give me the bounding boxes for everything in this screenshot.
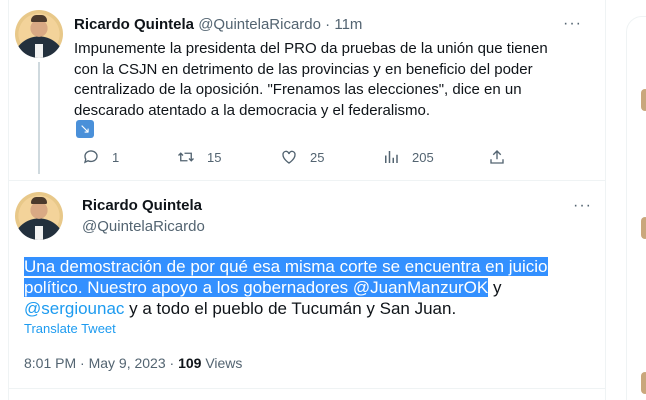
tweet-meta: 8:01 PM · May 9, 2023 · 109 Views bbox=[24, 355, 242, 371]
author-handle[interactable]: @QuintelaRicardo bbox=[82, 218, 205, 235]
retweet-button[interactable]: 15 bbox=[177, 148, 221, 166]
selected-text: Una demostración de por qué esa misma co… bbox=[24, 257, 548, 297]
share-icon bbox=[490, 150, 504, 164]
like-count: 25 bbox=[310, 149, 325, 165]
more-options-icon[interactable]: ··· bbox=[563, 16, 582, 32]
retweet-count: 15 bbox=[207, 149, 222, 165]
divider bbox=[8, 180, 606, 181]
separator: · bbox=[325, 16, 331, 33]
sidebar-thumbnail bbox=[641, 217, 646, 239]
views-chart-icon bbox=[385, 151, 398, 163]
translate-tweet-link[interactable]: Translate Tweet bbox=[24, 321, 116, 336]
sidebar-card bbox=[626, 16, 646, 400]
tweet-timestamp[interactable]: 8:01 PM · May 9, 2023 · bbox=[24, 355, 174, 371]
mention-link[interactable]: @JuanManzurOK bbox=[353, 278, 488, 297]
like-button[interactable]: 25 bbox=[280, 148, 324, 166]
heart-icon bbox=[282, 150, 296, 164]
tweet-time[interactable]: 11m bbox=[334, 16, 362, 33]
avatar[interactable] bbox=[15, 192, 63, 240]
more-options-icon[interactable]: ··· bbox=[573, 198, 592, 214]
author-name[interactable]: Ricardo Quintela bbox=[82, 197, 202, 214]
tweet-actions: 1 15 25 205 bbox=[74, 148, 514, 170]
sidebar-thumbnail bbox=[641, 372, 646, 394]
views-button[interactable]: 205 bbox=[382, 148, 434, 166]
reply-count: 1 bbox=[112, 149, 120, 165]
tweet-text: Una demostración de por qué esa misma co… bbox=[24, 256, 584, 319]
tweet-text-part: y bbox=[488, 278, 502, 297]
share-button[interactable] bbox=[488, 148, 506, 166]
author-name[interactable]: Ricardo Quintela bbox=[74, 16, 194, 33]
thread-line bbox=[38, 62, 40, 174]
arrow-down-right-icon: ↘ bbox=[76, 120, 94, 138]
divider bbox=[8, 388, 606, 389]
sidebar-thumbnail bbox=[641, 89, 646, 111]
tweet-header: Ricardo Quintela @QuintelaRicardo · 11m bbox=[74, 16, 362, 34]
tweet-text: Impunemente la presidenta del PRO da pru… bbox=[74, 40, 548, 119]
retweet-icon bbox=[178, 152, 194, 162]
views-count: 109 bbox=[178, 355, 202, 371]
mention-link[interactable]: @sergiounac bbox=[24, 299, 124, 318]
reply-button[interactable]: 1 bbox=[82, 148, 119, 166]
reply-icon bbox=[83, 150, 98, 164]
views-count: 205 bbox=[412, 149, 434, 165]
author-handle[interactable]: @QuintelaRicardo bbox=[198, 16, 321, 33]
views-label: Views bbox=[205, 355, 243, 371]
avatar[interactable] bbox=[15, 10, 63, 58]
tweet-text-part: y a todo el pueblo de Tucumán y San Juan… bbox=[124, 299, 457, 318]
